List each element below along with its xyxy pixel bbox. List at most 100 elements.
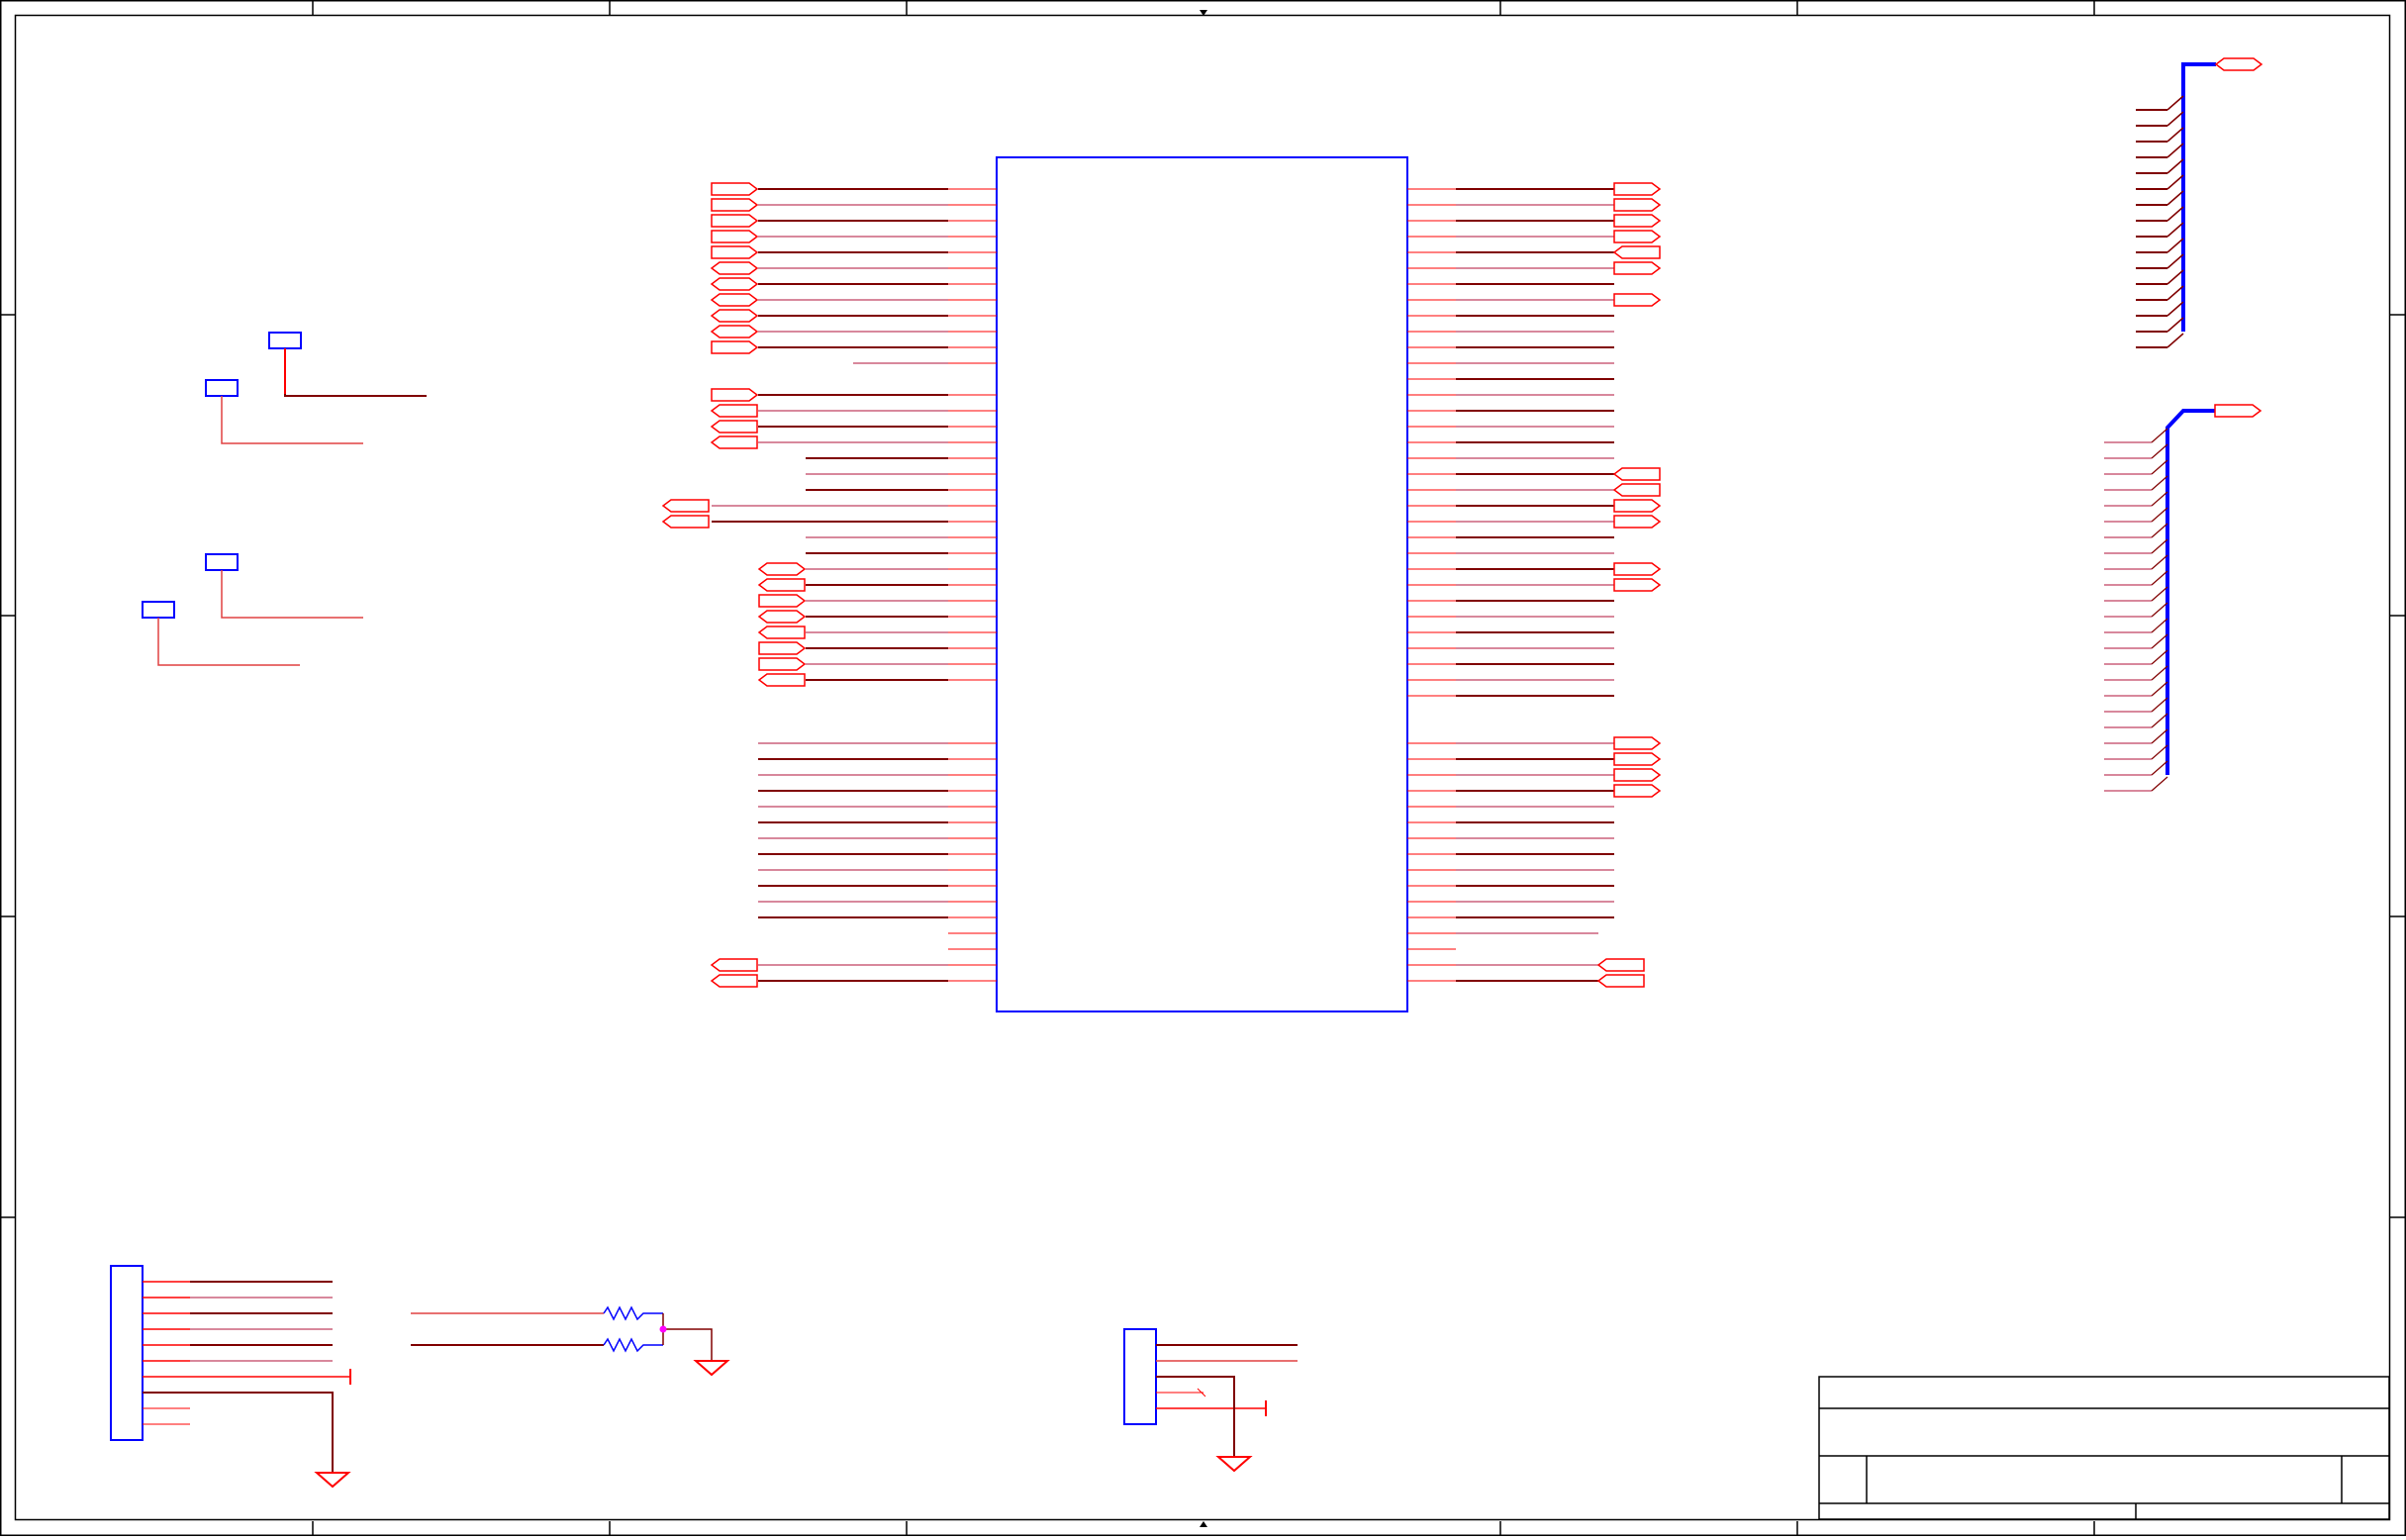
net-port-icon: [711, 198, 759, 212]
bus-line: [2165, 409, 2215, 775]
bus-entry: [2151, 586, 2168, 602]
net-port-icon: [1612, 467, 1661, 481]
jumper-block-2[interactable]: [142, 553, 363, 666]
bus-entry: [2151, 633, 2168, 649]
bus-entry: [2166, 238, 2184, 253]
net-port-icon: [710, 261, 759, 275]
wire: [221, 396, 363, 444]
bus-line: [2181, 62, 2216, 332]
net-port-icon: [1613, 499, 1662, 513]
net-port-icon: [1613, 182, 1662, 196]
bus-entry: [2166, 158, 2184, 174]
bus-entry: [2166, 95, 2184, 111]
bus-entry: [2151, 681, 2168, 697]
net-port-icon: [758, 657, 807, 671]
net-port-icon: [1613, 230, 1662, 243]
bus-entry: [2166, 111, 2184, 127]
net-port-icon: [1612, 245, 1661, 259]
bus-entry: [2166, 301, 2184, 317]
net-port-icon: [757, 626, 806, 639]
title-block: [1818, 1376, 2390, 1520]
net-port-icon: [1613, 578, 1662, 592]
resistor-network[interactable]: [411, 1305, 730, 1377]
net-port-icon: [1596, 974, 1645, 988]
main-ic-right-pins: [1407, 188, 1614, 982]
component-body: [205, 553, 239, 571]
bus-entry: [2151, 728, 2168, 744]
net-port-icon: [757, 673, 806, 687]
bus-entry: [2151, 776, 2168, 792]
net-port-icon: [711, 245, 759, 259]
net-port-icon: [711, 230, 759, 243]
component-body: [205, 379, 239, 397]
net-port-icon: [2214, 57, 2263, 71]
bus-entry: [2166, 222, 2184, 238]
net-port-icon: [711, 388, 759, 402]
bus-2: [2104, 404, 2262, 792]
wire: [143, 1392, 334, 1473]
net-port-icon: [661, 499, 710, 513]
bus-entry: [2151, 554, 2168, 570]
main-ic-body[interactable]: [996, 156, 1408, 1012]
wire: [1156, 1376, 1235, 1457]
bus-entry: [2166, 333, 2184, 348]
bus-entry: [2166, 127, 2184, 143]
bus-entry: [2166, 269, 2184, 285]
bus-entry: [2151, 507, 2168, 523]
bottom-left-connector[interactable]: [110, 1265, 351, 1489]
jumper-block-1[interactable]: [205, 332, 427, 444]
ground-symbol-icon: [314, 1472, 351, 1489]
net-port-icon: [710, 277, 759, 291]
bus-entry: [2151, 475, 2168, 491]
net-port-icon: [710, 420, 758, 433]
bus-entry: [2151, 713, 2168, 728]
bus-entry: [2166, 285, 2184, 301]
bus-entry: [2166, 143, 2184, 158]
bus-entry: [2166, 190, 2184, 206]
junction-dot: [659, 1325, 667, 1333]
net-port-icon: [710, 293, 759, 307]
net-port-icon: [757, 578, 806, 592]
net-port-icon: [1613, 198, 1662, 212]
net-port-icon: [710, 958, 758, 972]
net-port-icon: [1613, 562, 1662, 576]
schematic-sheet: [0, 0, 2406, 1536]
resistor-icon: [603, 1337, 663, 1353]
net-port-icon: [1612, 483, 1661, 497]
schematic-canvas: [0, 0, 2406, 1536]
bus-entry: [2151, 538, 2168, 554]
net-port-icon: [710, 325, 759, 338]
bus-entry: [2151, 744, 2168, 760]
net-port-icon: [758, 594, 807, 608]
bus-entry: [2166, 253, 2184, 269]
bus-entry: [2151, 570, 2168, 586]
net-port-icon: [711, 182, 759, 196]
net-port-icon: [711, 214, 759, 228]
net-port-icon: [710, 435, 758, 449]
net-port-icon: [1596, 958, 1645, 972]
bus-entry: [2151, 760, 2168, 776]
bus-entry: [2151, 665, 2168, 681]
net-port-icon: [1613, 752, 1662, 766]
component-body: [268, 332, 302, 349]
net-port-icon: [1613, 515, 1662, 529]
bus-entry: [2151, 459, 2168, 475]
net-port-icon: [757, 610, 807, 624]
bus-entry: [2151, 491, 2168, 507]
bus-entry: [2151, 443, 2168, 459]
center-arrow-bottom-icon: [1200, 1521, 1207, 1527]
net-port-icon: [1613, 768, 1662, 782]
main-ic-left-pins: [712, 188, 997, 982]
bottom-middle-connector[interactable]: [1123, 1328, 1298, 1473]
net-port-icon: [2214, 404, 2262, 418]
bus-entry: [2151, 428, 2168, 443]
ground-symbol-icon: [693, 1360, 730, 1377]
net-port-icon: [710, 404, 758, 418]
component-body: [142, 601, 175, 619]
net-port-icon: [710, 974, 758, 988]
net-port-icon: [711, 340, 759, 354]
net-port-icon: [1613, 293, 1662, 307]
bus-entry: [2166, 206, 2184, 222]
net-port-icon: [758, 641, 807, 655]
net-port-icon: [1613, 736, 1662, 750]
